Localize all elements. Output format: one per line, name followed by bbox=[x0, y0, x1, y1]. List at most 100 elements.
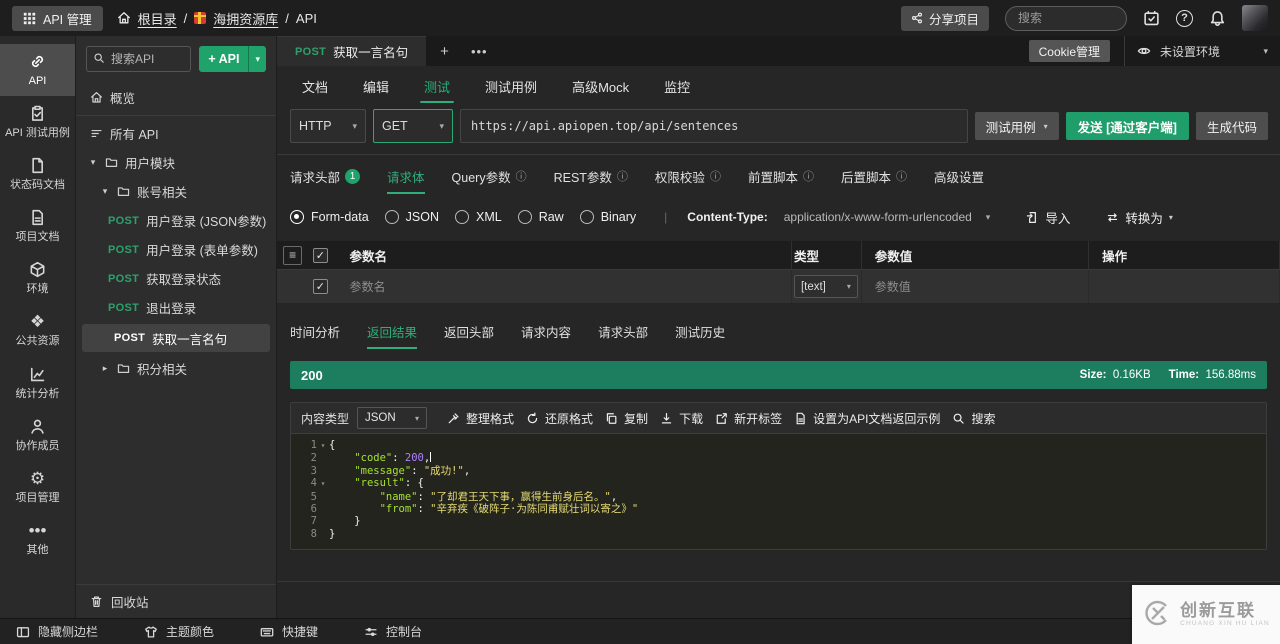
test-case-button[interactable]: 测试用例 ▾ bbox=[974, 112, 1059, 140]
breadcrumb-root[interactable]: 根目录 bbox=[138, 9, 177, 28]
rail-item-project-admin[interactable]: ⚙ 项目管理 bbox=[0, 461, 75, 513]
rail-item-project-doc[interactable]: 项目文档 bbox=[0, 200, 75, 252]
environment-selector[interactable]: 未设置环境 ▾ bbox=[1124, 36, 1280, 66]
api-manage-button[interactable]: API 管理 bbox=[12, 5, 103, 31]
req-tab-权限校验[interactable]: 权限校验 ⓘ bbox=[655, 167, 721, 192]
caret-icon[interactable]: ▾ bbox=[100, 186, 110, 197]
select-all-checkbox[interactable]: ✓ bbox=[312, 247, 328, 263]
param-type-select[interactable]: [text] ▾ bbox=[793, 275, 858, 298]
tab-编辑[interactable]: 编辑 bbox=[361, 68, 391, 105]
changelog-icon[interactable] bbox=[1143, 10, 1160, 27]
body-type-Binary[interactable]: Binary bbox=[579, 210, 636, 224]
download-button[interactable]: 下载 bbox=[660, 410, 703, 427]
tree-api-sentence[interactable]: POST 获取一言名句 bbox=[82, 324, 270, 352]
format-pretty-button[interactable]: 整理格式 bbox=[447, 410, 514, 427]
search-button[interactable]: 搜索 bbox=[952, 410, 995, 427]
resp-tab-返回头部[interactable]: 返回头部 bbox=[444, 322, 494, 347]
new-tab-button[interactable]: 新开标签 bbox=[715, 410, 782, 427]
set-doc-example-button[interactable]: 设置为API文档返回示例 bbox=[794, 410, 940, 427]
rail-item-api-test-cases[interactable]: API 测试用例 bbox=[0, 96, 75, 148]
req-tab-后置脚本[interactable]: 后置脚本 ⓘ bbox=[841, 167, 907, 192]
rail-item-status-code-doc[interactable]: 状态码文档 bbox=[0, 148, 75, 200]
caret-icon[interactable]: ▾ bbox=[88, 157, 98, 168]
breadcrumb-project[interactable]: 海拥资源库 bbox=[213, 9, 278, 28]
rail-item-members[interactable]: 协作成员 bbox=[0, 409, 75, 461]
cookie-manage-button[interactable]: Cookie管理 bbox=[1028, 40, 1110, 62]
tree-api-login-status[interactable]: POST 获取登录状态 bbox=[76, 264, 276, 293]
url-input[interactable] bbox=[460, 109, 968, 143]
import-button[interactable]: 导入 bbox=[1026, 208, 1070, 227]
resp-tab-测试历史[interactable]: 测试历史 bbox=[675, 322, 725, 347]
rail-item-api[interactable]: API bbox=[0, 44, 75, 97]
format-raw-button[interactable]: 还原格式 bbox=[526, 410, 593, 427]
req-tab-Query参数[interactable]: Query参数 ⓘ bbox=[452, 167, 527, 192]
rail-item-environment[interactable]: 环境 bbox=[0, 252, 75, 304]
caret-icon[interactable]: ▸ bbox=[100, 363, 110, 374]
body-type-Form-data[interactable]: Form-data bbox=[290, 210, 369, 224]
notification-bell-icon[interactable] bbox=[1209, 10, 1226, 27]
param-name-input[interactable] bbox=[349, 279, 769, 294]
req-tab-前置脚本[interactable]: 前置脚本 ⓘ bbox=[748, 167, 814, 192]
fold-icon[interactable]: ▾ bbox=[317, 439, 329, 452]
copy-button[interactable]: 复制 bbox=[605, 410, 648, 427]
resp-tab-请求头部[interactable]: 请求头部 bbox=[598, 322, 648, 347]
share-project-button[interactable]: 分享项目 bbox=[900, 5, 989, 31]
tree-all-api[interactable]: 所有 API bbox=[76, 119, 276, 148]
response-format-select[interactable]: JSON ▾ bbox=[357, 407, 428, 429]
response-body-editor[interactable]: 1 ▾{2 "code": 200, 3 "message": "成功!", 4 ▾ "… bbox=[291, 434, 1266, 550]
method-select[interactable]: GET ▾ bbox=[373, 109, 453, 143]
shortcuts-button[interactable]: 快捷键 bbox=[260, 623, 318, 640]
content-type-value[interactable]: application/x-www-form-urlencoded bbox=[784, 210, 972, 224]
body-type-XML[interactable]: XML bbox=[455, 210, 502, 224]
tree-folder-user-module[interactable]: ▾ 用户模块 bbox=[76, 148, 276, 177]
resp-tab-返回结果[interactable]: 返回结果 bbox=[367, 322, 418, 349]
new-tab-button[interactable]: + bbox=[426, 36, 463, 66]
resp-tab-时间分析[interactable]: 时间分析 bbox=[290, 322, 340, 347]
recycle-bin[interactable]: 回收站 bbox=[76, 584, 276, 618]
tree-item-label: 用户模块 bbox=[125, 157, 176, 171]
chevron-down-icon[interactable]: ▾ bbox=[248, 46, 266, 72]
line-number: 3 bbox=[310, 464, 317, 477]
rail-item-statistics[interactable]: 统计分析 bbox=[0, 357, 75, 409]
hide-sidebar-button[interactable]: 隐藏侧边栏 bbox=[16, 623, 98, 640]
row-checkbox[interactable]: ✓ bbox=[312, 279, 328, 294]
req-tab-REST参数[interactable]: REST参数 ⓘ bbox=[554, 167, 628, 192]
rail-item-public-resources[interactable]: ❖ 公共资源 bbox=[0, 304, 75, 356]
row-menu-icon[interactable]: ≡ bbox=[283, 245, 303, 265]
add-api-button[interactable]: + API ▾ bbox=[199, 46, 266, 72]
tab-测试[interactable]: 测试 bbox=[420, 68, 455, 105]
action-label: 设置为API文档返回示例 bbox=[813, 411, 941, 426]
req-tab-高级设置[interactable]: 高级设置 bbox=[934, 167, 984, 192]
tree-api-login-form[interactable]: POST 用户登录 (表单参数) bbox=[76, 235, 276, 264]
protocol-select[interactable]: HTTP ▾ bbox=[290, 109, 366, 143]
param-value-input[interactable] bbox=[874, 279, 1078, 294]
help-icon[interactable]: ? bbox=[1176, 9, 1193, 27]
tab-文档[interactable]: 文档 bbox=[300, 68, 330, 105]
tree-overview[interactable]: 概览 bbox=[76, 83, 276, 112]
resp-tab-请求内容[interactable]: 请求内容 bbox=[521, 322, 571, 347]
api-icon bbox=[29, 53, 46, 70]
req-tab-请求头部[interactable]: 请求头部 1 bbox=[290, 167, 361, 192]
send-button[interactable]: 发送 [通过客户端] bbox=[1065, 112, 1189, 140]
body-type-JSON[interactable]: JSON bbox=[384, 210, 439, 224]
tree-api-login-json[interactable]: POST 用户登录 (JSON参数) bbox=[76, 206, 276, 235]
tree-folder-points[interactable]: ▸ 积分相关 bbox=[76, 354, 276, 383]
tab-more-button[interactable]: ••• bbox=[463, 36, 496, 66]
rail-item-other[interactable]: ••• 其他 bbox=[0, 513, 75, 565]
body-type-Raw[interactable]: Raw bbox=[517, 210, 564, 224]
convert-button[interactable]: 转换为 ▾ bbox=[1106, 208, 1173, 227]
tab-测试用例[interactable]: 测试用例 bbox=[483, 68, 539, 105]
user-avatar[interactable] bbox=[1242, 5, 1268, 31]
req-tab-请求体[interactable]: 请求体 bbox=[387, 167, 425, 194]
codegen-button[interactable]: 生成代码 bbox=[1195, 112, 1268, 140]
global-search-input[interactable] bbox=[1005, 5, 1127, 31]
tree-api-logout[interactable]: POST 退出登录 bbox=[76, 293, 276, 322]
tree-folder-account[interactable]: ▾ 账号相关 bbox=[76, 177, 276, 206]
console-button[interactable]: 控制台 bbox=[364, 623, 422, 640]
chevron-down-icon: ▾ bbox=[846, 282, 851, 291]
tab-高级Mock[interactable]: 高级Mock bbox=[570, 68, 631, 105]
open-doc-tab[interactable]: POST 获取一言名句 bbox=[277, 36, 427, 66]
tab-监控[interactable]: 监控 bbox=[662, 68, 692, 105]
theme-color-button[interactable]: 主题颜色 bbox=[144, 623, 214, 640]
fold-icon[interactable]: ▾ bbox=[317, 477, 329, 490]
